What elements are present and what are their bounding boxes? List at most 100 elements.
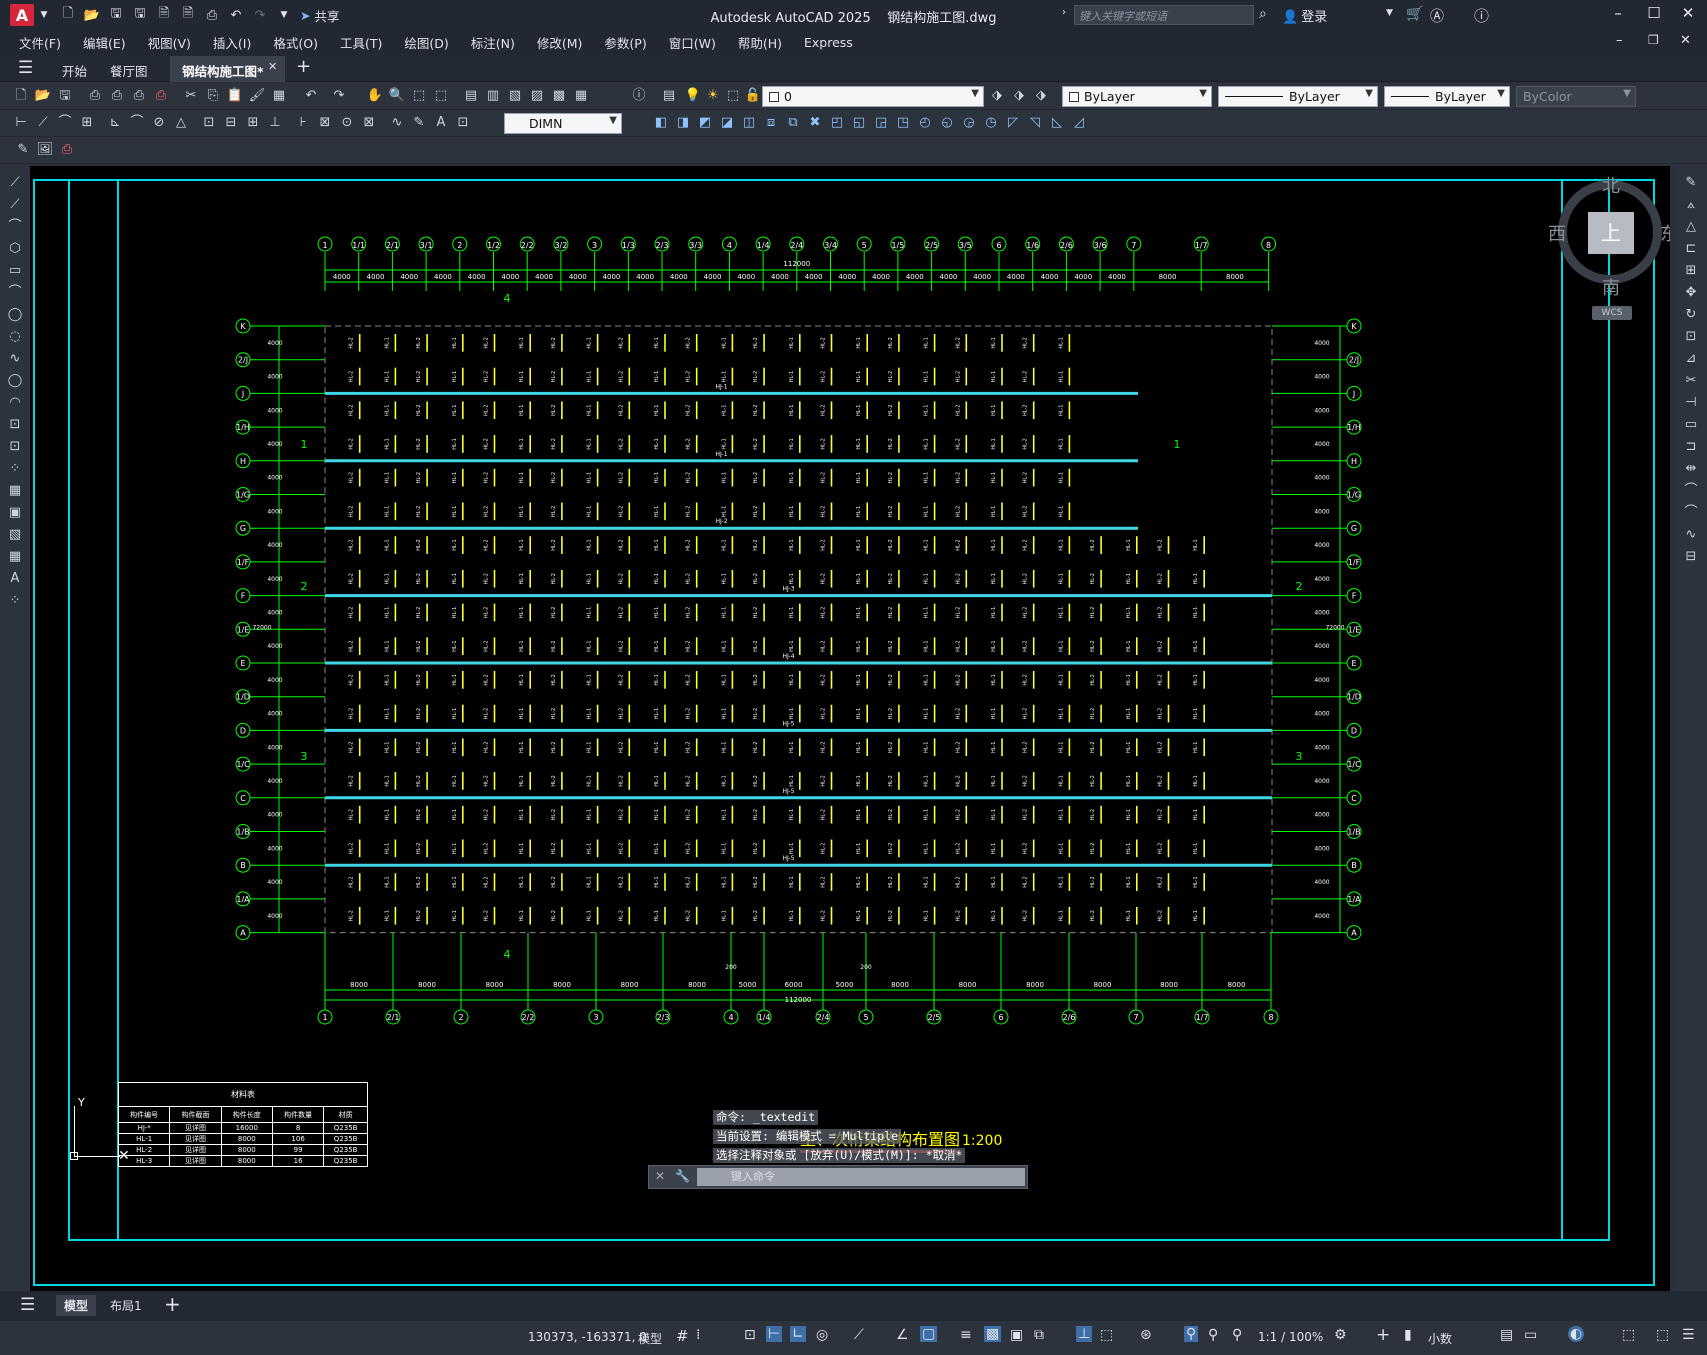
design-center-icon[interactable]: ▥ — [484, 87, 502, 105]
tab-model[interactable]: 模型 — [56, 1295, 97, 1316]
publish-pdf-icon[interactable]: ⎙ — [152, 87, 170, 105]
annotation-monitor-icon[interactable]: + — [1376, 1325, 1390, 1345]
dimension-tool-icon[interactable]: △ — [172, 114, 190, 132]
modify-palette-icon[interactable]: ▭ — [1682, 416, 1700, 434]
new-file-icon[interactable]: 🗋 — [60, 6, 76, 23]
modify-palette-icon[interactable]: ✂ — [1682, 372, 1700, 390]
polar-tracking-icon[interactable]: ◎ — [816, 1327, 828, 1343]
share-button[interactable]: ➤ 共享 — [300, 6, 339, 25]
layer-on-icon[interactable]: 💡 — [684, 87, 702, 105]
menu-format[interactable]: 格式(O) — [262, 33, 329, 52]
user-button[interactable]: 👤 登录 — [1282, 6, 1327, 25]
modify-tool-icon[interactable]: ◪ — [718, 114, 736, 132]
clean-screen-icon[interactable]: ⬚ — [1656, 1327, 1669, 1343]
modify-palette-icon[interactable]: ⊏ — [1682, 240, 1700, 258]
menu-parametric[interactable]: 参数(P) — [593, 33, 657, 52]
save-to-web-icon[interactable]: 🗎 — [180, 6, 196, 23]
menu-express[interactable]: Express — [793, 35, 864, 50]
modify-tool-icon[interactable]: ◿ — [1070, 114, 1088, 132]
minimize-window-button[interactable]: – — [1600, 4, 1636, 26]
quick-properties-icon[interactable]: ▤ — [1500, 1327, 1513, 1343]
3d-osnap-icon[interactable]: ⧉ — [1034, 1327, 1044, 1343]
block-editor-icon[interactable]: ▦ — [270, 87, 288, 105]
close-tab-icon[interactable]: ✕ — [268, 60, 277, 73]
undo-toolbar-icon[interactable]: ↶ — [302, 87, 320, 105]
grid-icon[interactable]: # — [676, 1327, 689, 1345]
tool-palettes-icon[interactable]: ▧ — [506, 87, 524, 105]
modify-palette-icon[interactable]: △ — [1682, 218, 1700, 236]
edit-text-icon[interactable]: ✎ — [14, 141, 32, 159]
draw-tool-icon[interactable]: ◌ — [6, 328, 24, 346]
undo-icon[interactable]: ↶ — [228, 7, 244, 23]
copy-icon[interactable]: ⎘ — [204, 87, 222, 105]
ortho-icon[interactable]: ∟ — [790, 1326, 806, 1342]
dimension-tool-icon[interactable]: ⌒ — [128, 114, 146, 132]
dimension-tool-icon[interactable]: ⊡ — [200, 114, 218, 132]
isolate-objects-icon[interactable]: ◐ — [1568, 1326, 1585, 1342]
modify-tool-icon[interactable]: ◱ — [850, 114, 868, 132]
viewcube-top-face[interactable]: 上 — [1588, 212, 1634, 254]
modify-tool-icon[interactable]: ⧈ — [762, 114, 780, 132]
modify-tool-icon[interactable]: ◨ — [674, 114, 692, 132]
tab-restaurant-drawing[interactable]: 餐厅图 — [98, 56, 160, 82]
pan-icon[interactable]: ✋ — [366, 87, 384, 105]
menu-insert[interactable]: 插入(I) — [202, 33, 262, 52]
maximize-window-button[interactable]: ☐ — [1636, 4, 1672, 26]
help-icon[interactable]: ⓘ — [1474, 5, 1489, 26]
draw-tool-icon[interactable]: ⟋ — [6, 174, 24, 192]
dimension-tool-icon[interactable]: ⊥ — [266, 114, 284, 132]
draw-tool-icon[interactable]: ⊡ — [6, 438, 24, 456]
layout-menu-icon[interactable]: ☰ — [20, 1295, 35, 1315]
modify-tool-icon[interactable]: ◶ — [960, 114, 978, 132]
cart-icon[interactable]: 🛒 — [1406, 6, 1423, 22]
search-input[interactable]: 键入关键字或短语 — [1074, 5, 1254, 25]
annotation-scale-icon[interactable]: ⚲ — [1232, 1327, 1242, 1343]
make-current-layer-icon[interactable]: ⬗ — [988, 87, 1006, 105]
autocad-logo[interactable]: A — [10, 4, 34, 26]
close-command-icon[interactable]: ✕ — [655, 1169, 665, 1183]
modify-palette-icon[interactable]: ⊿ — [1682, 350, 1700, 368]
user-dropdown-icon[interactable]: ▼ — [1386, 8, 1393, 18]
dimension-tool-icon[interactable]: ⊘ — [150, 114, 168, 132]
osnap-tracking-icon[interactable]: ∠ — [896, 1327, 909, 1343]
menu-modify[interactable]: 修改(M) — [526, 33, 594, 52]
dimension-tool-icon[interactable]: ⊠ — [316, 114, 334, 132]
plot-icon[interactable]: ⎙ — [204, 7, 220, 23]
draw-tool-icon[interactable]: ◯ — [6, 306, 24, 324]
object-snap-icon[interactable]: ▢ — [920, 1326, 938, 1342]
customization-icon[interactable]: ☰ — [1682, 1327, 1695, 1343]
model-space-button[interactable]: 模型 — [638, 1330, 662, 1347]
modify-tool-icon[interactable]: ◳ — [894, 114, 912, 132]
annotation-visibility-icon[interactable]: ⚲ — [1184, 1326, 1199, 1342]
search-expand-icon[interactable]: › — [1062, 7, 1066, 18]
draw-tool-icon[interactable]: ◯ — [6, 372, 24, 390]
modify-palette-icon[interactable]: ⊞ — [1682, 262, 1700, 280]
calculator-icon[interactable]: ▦ — [572, 87, 590, 105]
dimension-tool-icon[interactable]: ⊟ — [222, 114, 240, 132]
modify-palette-icon[interactable]: ∿ — [1682, 526, 1700, 544]
add-layout-icon[interactable]: + — [164, 1292, 181, 1316]
viewcube[interactable]: 上 北 南 东 西 WCS — [1530, 170, 1670, 330]
draw-tool-icon[interactable]: ▣ — [6, 504, 24, 522]
zoom-previous-icon[interactable]: ⬚ — [432, 87, 450, 105]
modify-tool-icon[interactable]: ◵ — [938, 114, 956, 132]
modify-tool-icon[interactable]: ◰ — [828, 114, 846, 132]
layer-dropdown[interactable]: 0 ▼ — [762, 86, 984, 107]
cut-icon[interactable]: ✂ — [182, 87, 200, 105]
units-icon[interactable]: ▮ — [1404, 1327, 1412, 1343]
layer-lock-icon[interactable]: 🔓 — [744, 87, 762, 105]
dimension-tool-icon[interactable]: ⊞ — [78, 114, 96, 132]
menu-window[interactable]: 窗口(W) — [658, 33, 727, 52]
draw-tool-icon[interactable]: ▭ — [6, 262, 24, 280]
modify-palette-icon[interactable]: ⊣ — [1682, 394, 1700, 412]
print-preview-icon[interactable]: ⎙ — [108, 87, 126, 105]
publish-icon[interactable]: ⎙ — [130, 87, 148, 105]
modify-tool-icon[interactable]: ◸ — [1004, 114, 1022, 132]
color-dropdown[interactable]: ByLayer ▼ — [1062, 86, 1212, 107]
open-from-web-icon[interactable]: 🗎 — [156, 6, 172, 23]
qnew-icon[interactable]: 🗋 — [12, 87, 30, 105]
snap-icon[interactable]: ⁞ — [696, 1327, 700, 1343]
menu-draw[interactable]: 绘图(D) — [393, 33, 459, 52]
draw-tool-icon[interactable]: ⌒ — [6, 284, 24, 302]
command-input[interactable]: 键入命令 — [697, 1168, 1025, 1186]
